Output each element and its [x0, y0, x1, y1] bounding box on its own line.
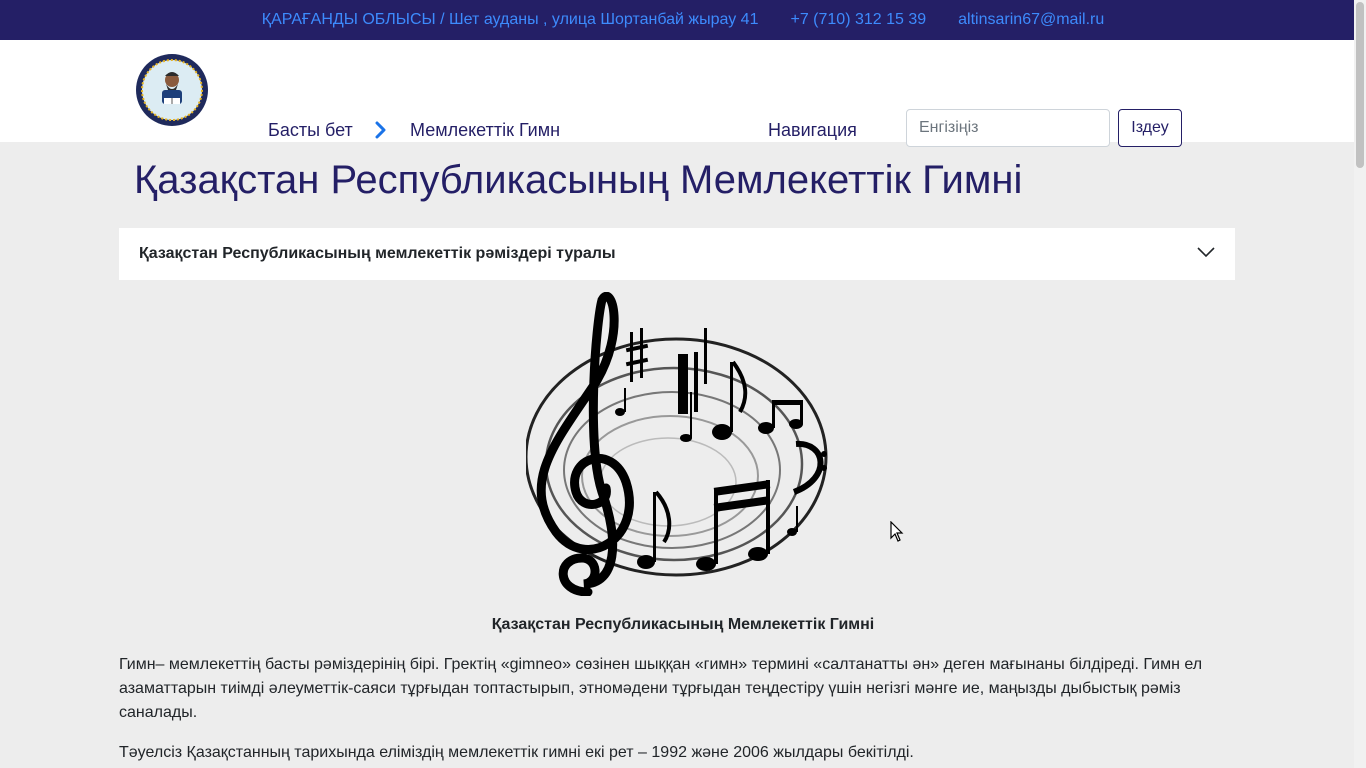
breadcrumb-home-link[interactable]: Басты бет: [268, 120, 353, 141]
mouse-cursor-icon: [890, 520, 904, 548]
page-title: Қазақстан Республикасының Мемлекеттік Ги…: [134, 158, 1023, 202]
navigation-menu-link[interactable]: Навигация: [768, 120, 857, 141]
chevron-right-icon: [373, 118, 389, 147]
address-link[interactable]: ҚАРАҒАНДЫ ОБЛЫСЫ / Шет ауданы , улица Шо…: [262, 11, 759, 29]
page-scrollbar[interactable]: [1354, 0, 1366, 768]
breadcrumb-current: Мемлекеттік Гимн: [410, 120, 561, 140]
scrollbar-thumb[interactable]: [1356, 2, 1364, 168]
search-input[interactable]: [906, 109, 1110, 147]
accordion-label: Қазақстан Республикасының мемлекеттік рә…: [139, 245, 616, 262]
search-button[interactable]: Іздеу: [1118, 109, 1182, 147]
site-header: Басты бет Мемлекеттік Гимн Навигация Ізд…: [0, 40, 1366, 147]
symbols-accordion[interactable]: Қазақстан Республикасының мемлекеттік рә…: [119, 228, 1235, 280]
phone-link[interactable]: +7 (710) 312 15 39: [790, 11, 926, 29]
music-notes-illustration: [524, 291, 830, 597]
chevron-down-icon: [1197, 245, 1215, 263]
image-caption: Қазақстан Республикасының Мемлекеттік Ги…: [491, 616, 875, 633]
email-link[interactable]: altinsarin67@mail.ru: [958, 11, 1104, 29]
paragraph-anthem-intro: Гимн– мемлекеттің басты рәміздерінің бір…: [119, 656, 1203, 721]
top-contact-bar: ҚАРАҒАНДЫ ОБЛЫСЫ / Шет ауданы , улица Шо…: [0, 0, 1366, 40]
school-logo-icon[interactable]: [136, 54, 208, 126]
paragraph-anthem-history: Тәуелсіз Қазақстанның тарихында елімізді…: [119, 744, 914, 761]
